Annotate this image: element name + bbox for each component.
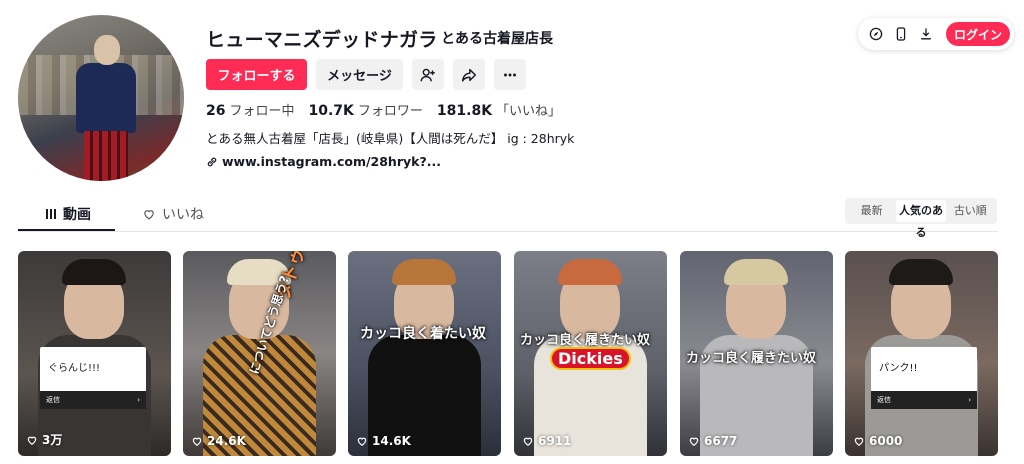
chevron-right-icon: › <box>137 396 140 404</box>
video-card[interactable]: カッコ良く着たい奴 14.6K <box>348 251 501 456</box>
sort-selector: 最新 人気のある 古い順 <box>845 198 997 239</box>
reply-label: 返信 <box>877 396 891 404</box>
profile-avatar <box>18 15 184 181</box>
tab-videos-label: 動画 <box>63 207 91 223</box>
video-view-count: 6911 <box>522 434 571 448</box>
heart-icon <box>523 437 533 446</box>
comment-reply-card: パンク!! 返信 › <box>871 347 977 409</box>
avatar-figure <box>76 35 136 181</box>
phone-icon[interactable] <box>893 26 909 42</box>
video-card[interactable]: パンク!! 返信 › 6000 <box>845 251 998 456</box>
grid-icon <box>46 209 56 219</box>
link-icon <box>207 157 217 166</box>
video-view-count: 6677 <box>688 434 737 448</box>
dickies-logo: Dickies <box>550 347 631 370</box>
profile-link[interactable]: www.instagram.com/28hryk?... <box>206 154 441 169</box>
top-action-bar: ログイン <box>858 18 1014 50</box>
compass-icon[interactable] <box>868 26 884 42</box>
video-card[interactable]: カッコ良く履きたい奴 Dickies 6911 <box>514 251 667 456</box>
sort-latest[interactable]: 最新 <box>847 200 896 222</box>
video-caption: カッコ良く履きたい奴 <box>686 351 817 366</box>
tab-likes-label: いいね <box>162 207 204 223</box>
heart-icon <box>357 437 367 446</box>
stat-likes: 181.8K 「いいね」 <box>436 103 562 119</box>
video-view-count: 14.6K <box>356 434 411 448</box>
sort-popular[interactable]: 人気のある <box>896 200 946 239</box>
comment-text: パンク!! <box>879 363 918 374</box>
add-person-icon <box>420 68 435 81</box>
profile-bio: とある無人古着屋「店長」(岐阜県)【人間は死んだ】 ig : 28hryk <box>206 131 575 146</box>
heart-lock-icon <box>144 210 154 220</box>
comment-text: ぐらんじ!!! <box>48 363 101 374</box>
tab-likes[interactable]: いいね <box>142 204 204 224</box>
stat-followers[interactable]: 10.7K フォロワー <box>309 100 423 119</box>
download-icon[interactable] <box>918 26 934 42</box>
suggested-accounts-button[interactable] <box>412 59 444 90</box>
stat-following[interactable]: 26 フォロー中 <box>206 100 295 119</box>
heart-icon <box>854 437 864 446</box>
tab-videos[interactable]: 動画 <box>45 204 91 224</box>
video-view-count: 3万 <box>26 431 62 448</box>
heart-icon <box>689 437 699 446</box>
more-options-button[interactable] <box>494 59 526 90</box>
video-card[interactable]: カッコ良く履きたい奴 6677 <box>680 251 833 456</box>
heart-icon <box>192 437 202 446</box>
reply-label: 返信 <box>46 396 60 404</box>
login-button[interactable]: ログイン <box>945 22 1010 46</box>
tab-divider <box>18 231 998 232</box>
video-view-count: 6000 <box>853 434 902 448</box>
heart-icon <box>27 436 37 445</box>
comment-reply-card: ぐらんじ!!! 返信 › <box>40 347 146 409</box>
video-grid: ぐらんじ!!! 返信 › 3万 タトゥーの偏見 についてどう思う? 24.6K カ… <box>18 251 998 456</box>
sort-oldest[interactable]: 古い順 <box>946 200 995 222</box>
profile-stats: 26 フォロー中 10.7K フォロワー 181.8K 「いいね」 <box>206 100 561 119</box>
video-caption: カッコ良く着たい奴 <box>360 326 486 342</box>
share-button[interactable] <box>453 59 485 90</box>
video-view-count: 24.6K <box>191 434 246 448</box>
follow-button[interactable]: フォローする <box>206 59 307 90</box>
chevron-right-icon: › <box>968 396 971 404</box>
more-dots-icon <box>504 73 516 76</box>
message-button[interactable]: メッセージ <box>316 59 403 90</box>
profile-subname: とある古着屋店長 <box>441 31 553 47</box>
video-card[interactable]: タトゥーの偏見 についてどう思う? 24.6K <box>183 251 336 456</box>
profile-link-text: www.instagram.com/28hryk?... <box>222 154 441 169</box>
video-caption: カッコ良く履きたい奴 <box>520 333 651 348</box>
share-arrow-icon <box>461 68 477 82</box>
profile-name: ヒューマニズデッドナガラ <box>206 29 438 51</box>
video-card[interactable]: ぐらんじ!!! 返信 › 3万 <box>18 251 171 456</box>
